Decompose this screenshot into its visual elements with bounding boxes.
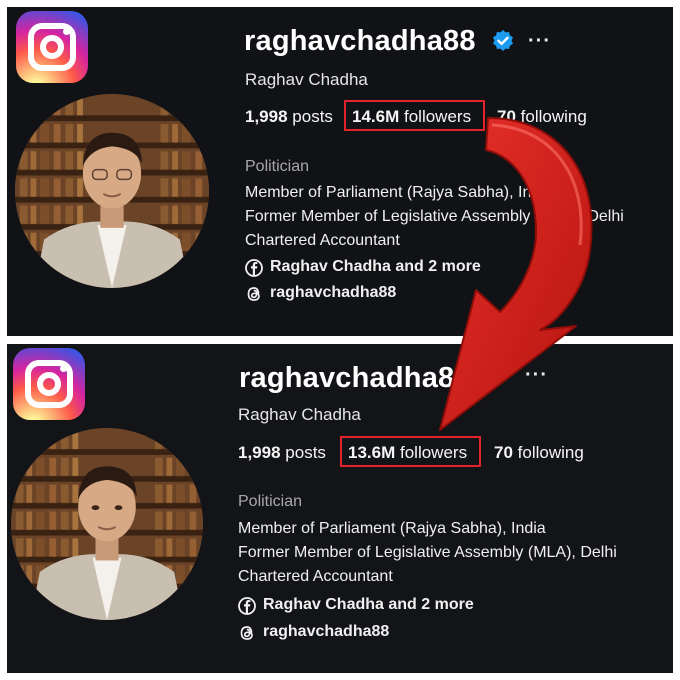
curved-arrow-icon	[439, 117, 593, 431]
